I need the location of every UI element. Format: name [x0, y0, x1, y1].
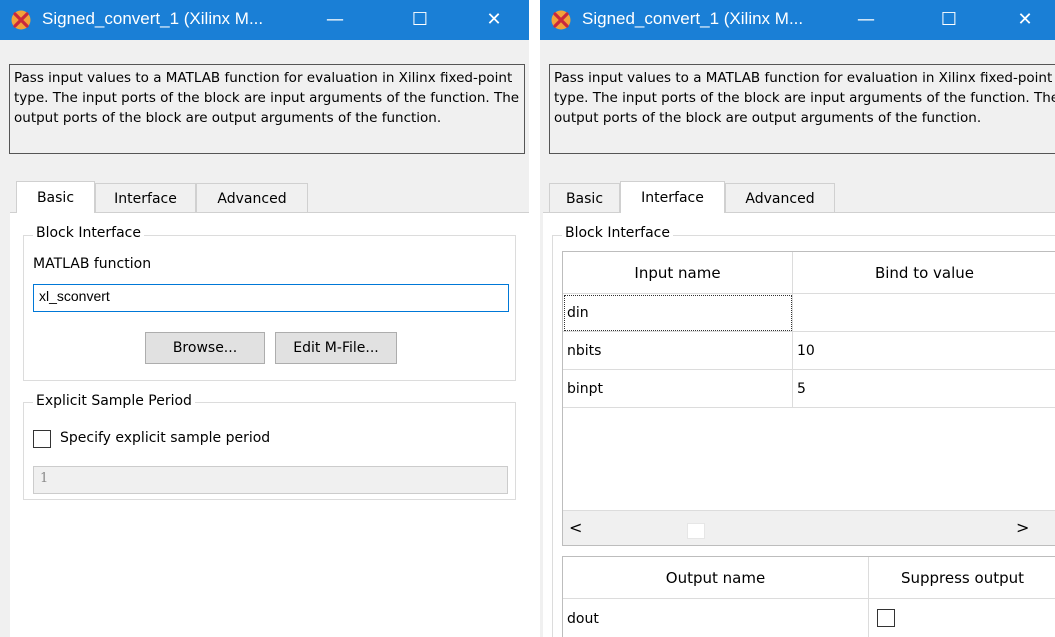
sample-period-input: 1: [33, 466, 508, 494]
table-row-value[interactable]: 10: [793, 332, 1055, 370]
group-title: Explicit Sample Period: [33, 393, 195, 409]
title-bar[interactable]: Signed_convert_1 (Xilinx M... — ☐ ✕: [0, 0, 529, 40]
tab-interface[interactable]: Interface: [95, 183, 196, 213]
maximize-icon[interactable]: ☐: [397, 0, 443, 40]
matlab-function-input[interactable]: xl_sconvert: [33, 284, 509, 312]
minimize-icon[interactable]: —: [312, 0, 358, 40]
scroll-thumb[interactable]: [687, 523, 705, 539]
table-row-value[interactable]: 5: [793, 370, 1055, 408]
input-ports-table[interactable]: Input name Bind to value din nbits 10 bi…: [562, 251, 1055, 546]
xilinx-logo-icon: [551, 10, 571, 30]
window-title: Signed_convert_1 (Xilinx M...: [582, 9, 804, 28]
table-row-suppress[interactable]: [869, 599, 1055, 637]
block-description: Pass input values to a MATLAB function f…: [549, 64, 1055, 154]
window-gap: [529, 0, 540, 637]
input-name-header[interactable]: Input name: [563, 252, 793, 294]
table-row-name[interactable]: nbits: [563, 332, 793, 370]
tab-advanced[interactable]: Advanced: [196, 183, 308, 213]
specify-sample-period-checkbox[interactable]: [33, 430, 51, 448]
table-row-name[interactable]: binpt: [563, 370, 793, 408]
tab-basic[interactable]: Basic: [549, 183, 620, 213]
close-icon[interactable]: ✕: [471, 0, 517, 40]
browse-button[interactable]: Browse...: [145, 332, 265, 364]
tab-basic[interactable]: Basic: [16, 181, 95, 213]
table-row-value[interactable]: [793, 294, 1055, 332]
left-dialog-window: Signed_convert_1 (Xilinx M... — ☐ ✕ Pass…: [0, 0, 529, 637]
table-row-name[interactable]: din: [563, 294, 793, 332]
horizontal-scrollbar[interactable]: < >: [563, 510, 1055, 545]
minimize-icon[interactable]: —: [843, 0, 889, 40]
interface-tab-panel: Block Interface Input name Bind to value…: [543, 212, 1055, 637]
suppress-output-checkbox[interactable]: [877, 609, 895, 627]
output-name-header[interactable]: Output name: [563, 557, 869, 599]
output-ports-table[interactable]: Output name Suppress output dout: [562, 556, 1055, 637]
title-bar[interactable]: Signed_convert_1 (Xilinx M... — ☐ ✕: [540, 0, 1055, 40]
group-title: Block Interface: [562, 225, 673, 241]
maximize-icon[interactable]: ☐: [926, 0, 972, 40]
group-title: Block Interface: [33, 225, 144, 241]
checkbox-label[interactable]: Specify explicit sample period: [60, 430, 270, 446]
bind-value-header[interactable]: Bind to value: [793, 252, 1055, 294]
block-description: Pass input values to a MATLAB function f…: [9, 64, 525, 154]
window-title: Signed_convert_1 (Xilinx M...: [42, 9, 264, 28]
edit-m-file-button[interactable]: Edit M-File...: [275, 332, 397, 364]
scroll-left-icon[interactable]: <: [569, 518, 582, 537]
close-icon[interactable]: ✕: [1002, 0, 1048, 40]
matlab-function-label: MATLAB function: [33, 256, 152, 272]
scroll-right-icon[interactable]: >: [1016, 518, 1029, 537]
xilinx-logo-icon: [11, 10, 31, 30]
tab-interface[interactable]: Interface: [620, 181, 725, 213]
suppress-output-header[interactable]: Suppress output: [869, 557, 1055, 599]
table-row-name[interactable]: dout: [563, 599, 869, 637]
tab-advanced[interactable]: Advanced: [725, 183, 835, 213]
right-dialog-window: Signed_convert_1 (Xilinx M... — ☐ ✕ Pass…: [540, 0, 1055, 637]
basic-tab-panel: Block Interface MATLAB function xl_sconv…: [10, 212, 529, 637]
